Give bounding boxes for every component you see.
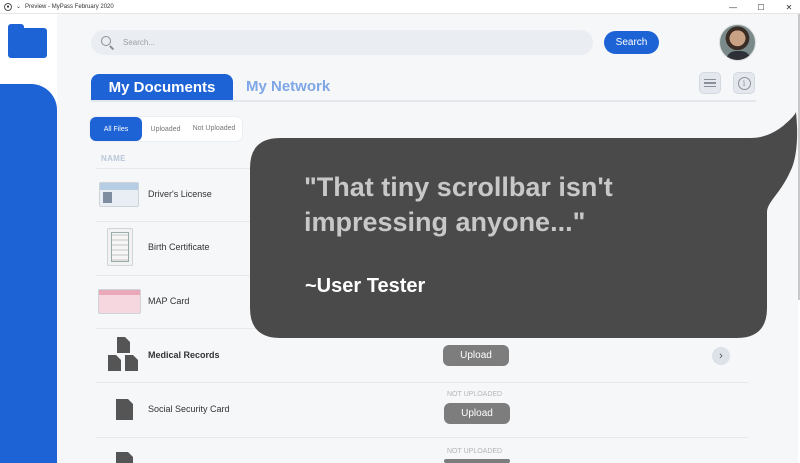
app-icon: ●: [4, 2, 12, 11]
search-button[interactable]: Search: [604, 31, 659, 54]
filter-all-files[interactable]: All Files: [90, 117, 142, 141]
doc-name-medical-records[interactable]: Medical Records: [148, 350, 220, 360]
sidebar-panel: [0, 84, 57, 463]
tab-my-network[interactable]: My Network: [246, 78, 330, 95]
hamburger-icon: [704, 78, 716, 88]
chevron-right-icon[interactable]: ›: [712, 347, 730, 365]
info-button[interactable]: i: [733, 72, 755, 94]
window-titlebar: ● ⌄ Preview - MyPass February 2020 — ☐ ✕: [0, 0, 800, 14]
minimize-icon[interactable]: —: [726, 3, 740, 12]
tab-divider: [91, 100, 756, 102]
doc-name-map-card[interactable]: MAP Card: [148, 296, 189, 306]
filter-not-uploaded[interactable]: Not Uploaded: [189, 125, 239, 133]
folder-icon[interactable]: [8, 24, 47, 58]
row-divider: [96, 437, 749, 438]
window-controls: — ☐ ✕: [726, 0, 796, 14]
search-bar: [91, 30, 593, 55]
doc-name-social-security-card[interactable]: Social Security Card: [148, 404, 230, 414]
column-header-name: NAME: [101, 154, 126, 163]
doc-name-drivers-license[interactable]: Driver's License: [148, 189, 212, 199]
upload-button[interactable]: Upload: [443, 345, 509, 366]
search-icon: [101, 35, 115, 50]
upload-button[interactable]: [444, 459, 510, 463]
status-not-uploaded: NOT UPLOADED: [447, 391, 503, 398]
certificate-thumbnail: [107, 228, 133, 266]
status-not-uploaded: NOT UPLOADED: [447, 448, 503, 455]
row-divider: [96, 382, 749, 383]
card-thumbnail: [98, 289, 141, 314]
menu-button[interactable]: [699, 72, 721, 94]
chevron-down-icon[interactable]: ⌄: [16, 3, 21, 10]
maximize-icon[interactable]: ☐: [754, 3, 768, 12]
close-icon[interactable]: ✕: [782, 3, 796, 12]
doc-name-birth-certificate[interactable]: Birth Certificate: [148, 242, 210, 252]
filter-segmented-control: All Files Uploaded Not Uploaded: [90, 117, 242, 141]
filter-uploaded[interactable]: Uploaded: [142, 126, 189, 133]
tab-my-documents[interactable]: My Documents: [91, 74, 233, 101]
multi-file-icon: [108, 337, 140, 373]
upload-button[interactable]: Upload: [444, 403, 510, 424]
license-thumbnail: [99, 182, 139, 207]
avatar[interactable]: [719, 24, 756, 61]
window-title: Preview - MyPass February 2020: [25, 3, 114, 10]
callout-quote: "That tiny scrollbar isn't impressing an…: [304, 172, 613, 237]
info-icon: i: [737, 76, 751, 90]
search-input[interactable]: [123, 38, 563, 47]
file-icon: [116, 452, 133, 463]
callout-attribution: ~User Tester: [305, 275, 426, 297]
file-icon: [116, 399, 133, 420]
